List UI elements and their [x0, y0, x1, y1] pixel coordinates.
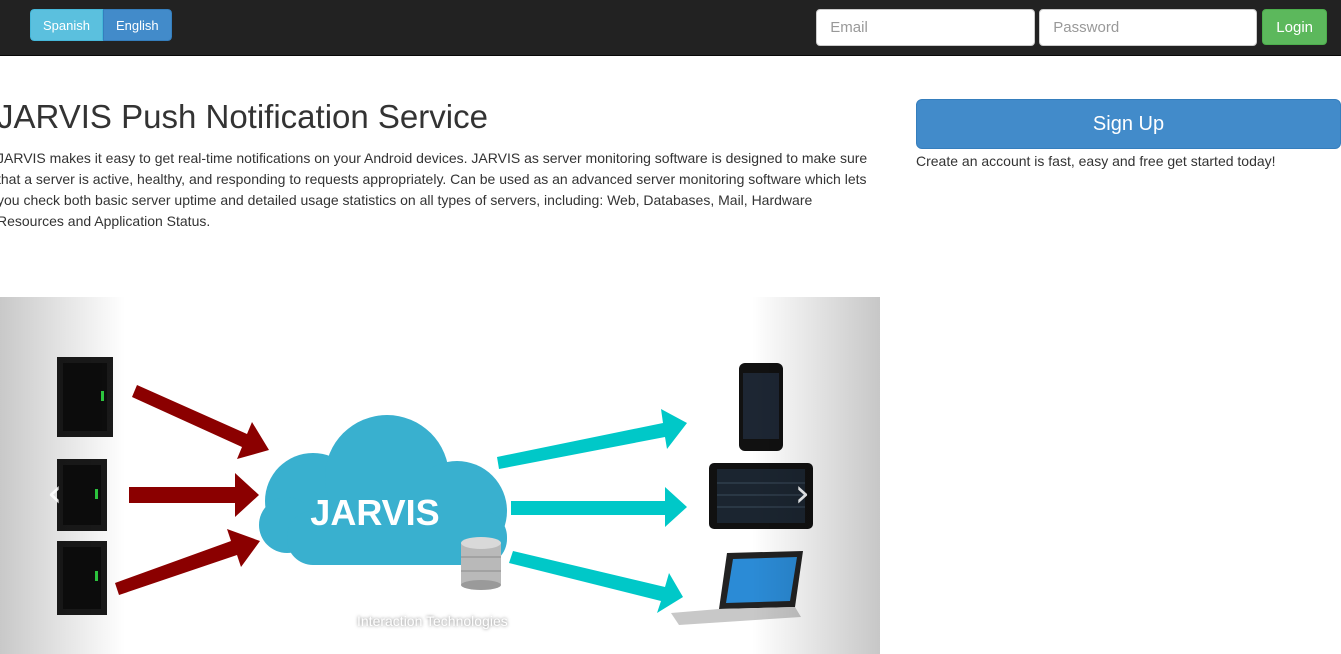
service-description: JARVIS makes it easy to get real-time no… — [0, 150, 868, 229]
english-button[interactable]: English — [102, 9, 172, 41]
page-title: JARVIS Push Notification Service — [0, 98, 488, 135]
signup-button[interactable]: Sign Up — [916, 99, 1341, 149]
jarvis-diagram-image: JARVIS — [57, 357, 813, 625]
language-switcher: Spanish English — [30, 9, 172, 41]
chevron-right-icon: › — [794, 471, 810, 515]
login-button[interactable]: Login — [1262, 9, 1327, 45]
incoming-arrow — [115, 529, 260, 595]
database-icon — [461, 537, 501, 590]
feature-carousel: JARVIS ‹ › Interaction Technologies — [0, 297, 880, 654]
outgoing-arrow — [511, 487, 687, 527]
outgoing-arrow — [509, 551, 683, 613]
password-field[interactable] — [1039, 9, 1258, 46]
incoming-arrow — [129, 473, 259, 517]
carousel-caption: Interaction Technologies — [357, 613, 508, 629]
carousel-prev-button[interactable]: ‹ — [0, 297, 125, 654]
carousel-next-button[interactable]: › — [752, 297, 880, 654]
email-field[interactable] — [816, 9, 1036, 46]
signup-note: Create an account is fast, easy and free… — [916, 153, 1276, 169]
incoming-arrow — [132, 385, 269, 459]
chevron-left-icon: ‹ — [47, 471, 63, 515]
login-form: Login — [816, 9, 1327, 46]
signup-panel: Sign Up Create an account is fast, easy … — [916, 99, 1341, 170]
spanish-button[interactable]: Spanish — [30, 9, 103, 41]
cloud-label: JARVIS — [310, 492, 439, 533]
top-navbar: Spanish English Login — [0, 0, 1341, 56]
outgoing-arrow — [497, 409, 687, 469]
